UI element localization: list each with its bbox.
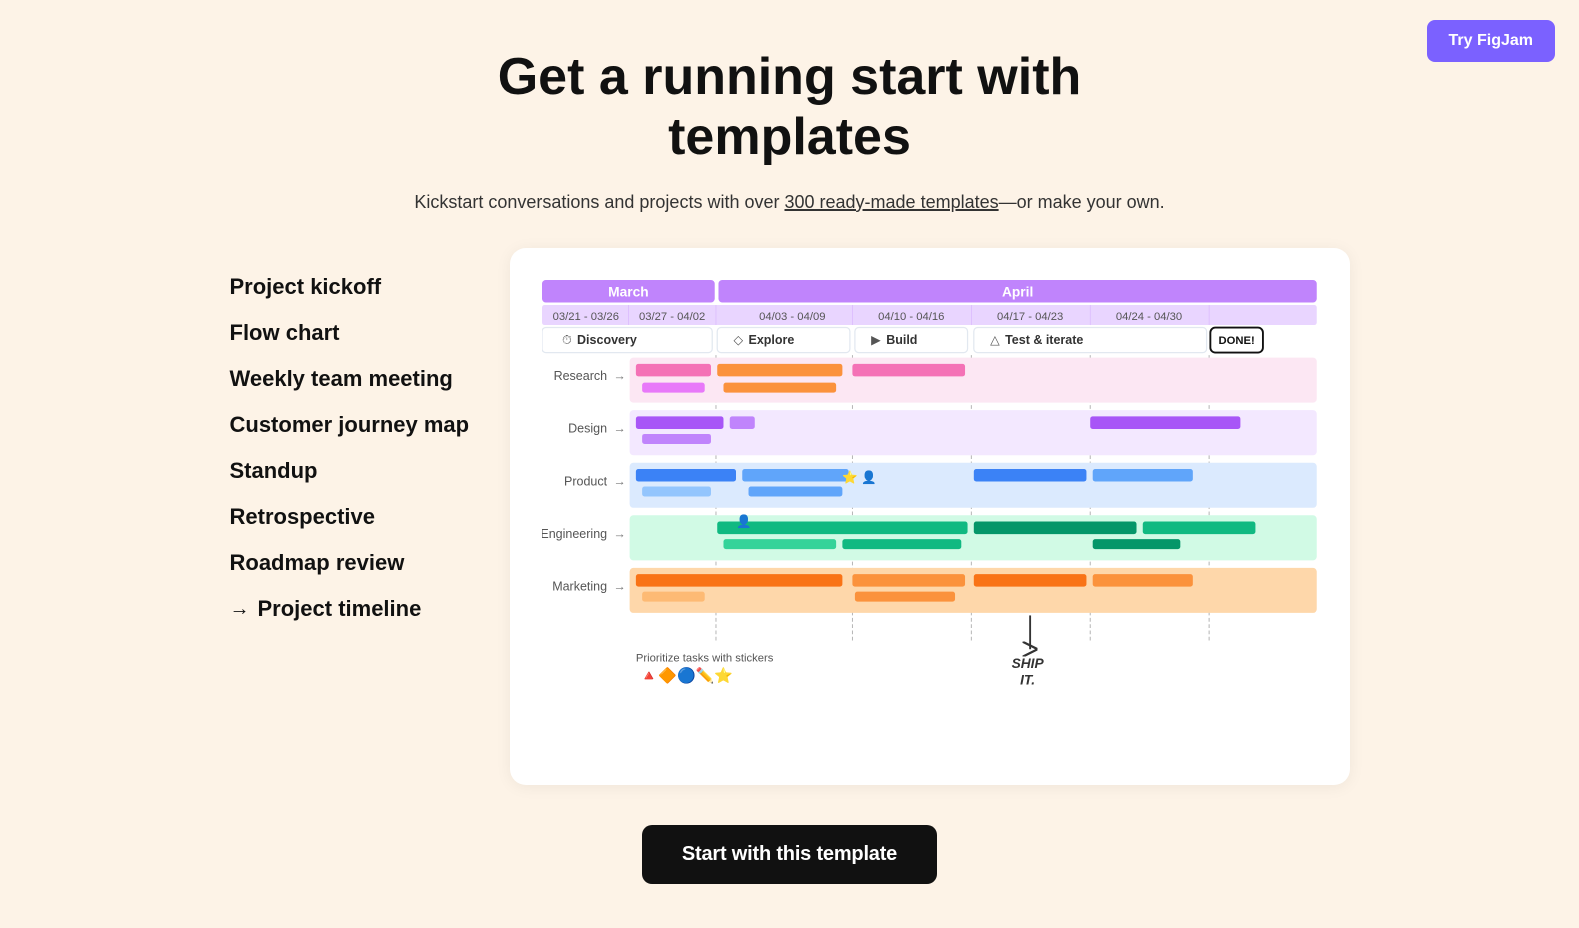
- svg-text:→: →: [613, 422, 626, 436]
- start-template-button[interactable]: Start with this template: [642, 825, 937, 884]
- sidebar-item-label: Project kickoff: [230, 274, 382, 300]
- sidebar-item-flow-chart[interactable]: Flow chart: [230, 310, 510, 356]
- svg-text:03/21 - 03/26: 03/21 - 03/26: [552, 311, 618, 323]
- svg-text:→: →: [613, 475, 626, 489]
- svg-text:03/27 - 04/02: 03/27 - 04/02: [639, 311, 705, 323]
- sidebar-item-label: Roadmap review: [230, 550, 405, 576]
- cta-area: Start with this template: [0, 785, 1579, 904]
- sidebar-item-project-timeline[interactable]: → Project timeline: [230, 586, 510, 632]
- sidebar-item-roadmap-review[interactable]: Roadmap review: [230, 540, 510, 586]
- svg-text:▶: ▶: [871, 333, 881, 347]
- page-header: Get a running start with templates Kicks…: [0, 0, 1579, 248]
- svg-text:DONE!: DONE!: [1218, 335, 1254, 347]
- svg-text:Research: Research: [553, 370, 607, 384]
- sidebar-item-project-kickoff[interactable]: Project kickoff: [230, 264, 510, 310]
- subtitle-text-after: —or make your own.: [999, 192, 1165, 212]
- svg-text:→: →: [613, 527, 626, 541]
- svg-text:SHIP: SHIP: [1011, 656, 1044, 671]
- svg-text:04/17 - 04/23: 04/17 - 04/23: [996, 311, 1062, 323]
- timeline-chart: March April 03/21 - 03/26 03/27 - 04/02 …: [542, 280, 1318, 761]
- svg-text:04/10 - 04/16: 04/10 - 04/16: [878, 311, 944, 323]
- active-arrow-icon: →: [230, 598, 250, 621]
- chart-svg: March April 03/21 - 03/26 03/27 - 04/02 …: [542, 280, 1318, 761]
- sidebar-item-customer-journey-map[interactable]: Customer journey map: [230, 402, 510, 448]
- sidebar-item-label: Weekly team meeting: [230, 366, 453, 392]
- svg-text:Product: Product: [563, 475, 607, 489]
- svg-text:⭐: ⭐: [842, 470, 858, 485]
- sidebar-item-label: Retrospective: [230, 504, 376, 530]
- svg-text:→: →: [613, 370, 626, 384]
- subtitle-text-before: Kickstart conversations and projects wit…: [414, 192, 784, 212]
- svg-text:Design: Design: [568, 422, 607, 436]
- svg-text:Engineering: Engineering: [542, 527, 607, 541]
- svg-text:04/03 - 04/09: 04/03 - 04/09: [759, 311, 825, 323]
- svg-text:Prioritize tasks with stickers: Prioritize tasks with stickers: [635, 653, 773, 665]
- sidebar-item-label: Flow chart: [230, 320, 340, 346]
- page-title: Get a running start with templates: [390, 48, 1190, 168]
- page-subtitle: Kickstart conversations and projects wit…: [0, 188, 1579, 217]
- svg-text:🔺🔶🔵✏️⭐: 🔺🔶🔵✏️⭐: [639, 666, 732, 685]
- svg-text:Build: Build: [886, 333, 917, 347]
- sidebar-item-label: Customer journey map: [230, 412, 470, 438]
- svg-text:March: March: [608, 285, 649, 300]
- svg-text:△: △: [990, 333, 1000, 347]
- svg-text:◇: ◇: [733, 333, 743, 347]
- sidebar-item-label: Standup: [230, 458, 318, 484]
- main-layout: Project kickoff Flow chart Weekly team m…: [190, 248, 1390, 785]
- svg-text:⏱: ⏱: [562, 333, 572, 347]
- svg-text:Explore: Explore: [748, 333, 794, 347]
- sidebar-nav: Project kickoff Flow chart Weekly team m…: [230, 248, 510, 632]
- svg-text:👤: 👤: [861, 470, 877, 485]
- svg-text:→: →: [613, 580, 626, 594]
- svg-text:Test & iterate: Test & iterate: [1005, 333, 1083, 347]
- svg-text:04/24 - 04/30: 04/24 - 04/30: [1115, 311, 1181, 323]
- sidebar-item-standup[interactable]: Standup: [230, 448, 510, 494]
- svg-text:👤: 👤: [736, 514, 752, 529]
- svg-text:IT.: IT.: [1020, 673, 1035, 688]
- try-figjam-button[interactable]: Try FigJam: [1427, 20, 1555, 62]
- svg-text:Marketing: Marketing: [552, 580, 607, 594]
- svg-text:April: April: [1001, 285, 1032, 300]
- templates-link[interactable]: 300 ready-made templates: [784, 192, 998, 212]
- sidebar-item-retrospective[interactable]: Retrospective: [230, 494, 510, 540]
- sidebar-item-label: Project timeline: [258, 596, 422, 622]
- sidebar-item-weekly-team-meeting[interactable]: Weekly team meeting: [230, 356, 510, 402]
- svg-text:Discovery: Discovery: [577, 333, 637, 347]
- preview-card: March April 03/21 - 03/26 03/27 - 04/02 …: [510, 248, 1350, 785]
